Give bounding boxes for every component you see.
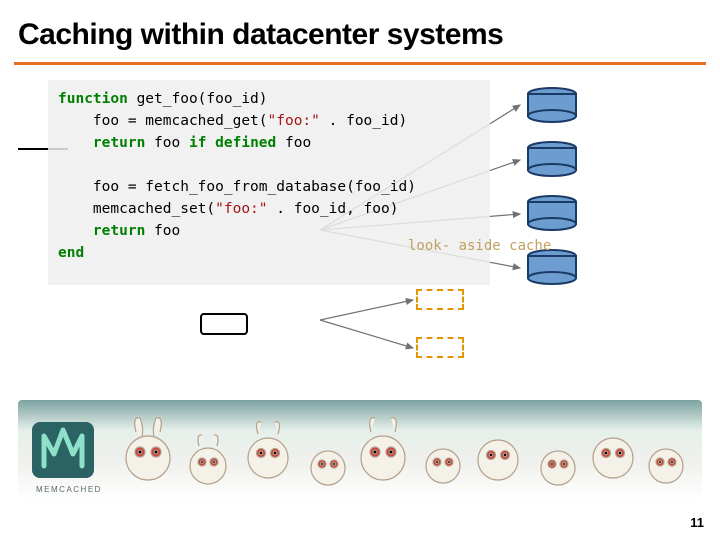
slide-title: Caching within datacenter systems bbox=[18, 18, 503, 52]
title-underline bbox=[14, 62, 706, 65]
code-end: end bbox=[58, 245, 84, 261]
code-l7t: foo bbox=[145, 223, 180, 239]
code-block: function get_foo(foo_id) foo = memcached… bbox=[58, 88, 416, 264]
code-l6: memcached_set( bbox=[58, 201, 215, 217]
code-str1: "foo:" bbox=[268, 113, 320, 129]
code-fn: get_foo(foo_id) bbox=[128, 91, 268, 107]
code-l3b: foo bbox=[276, 135, 311, 151]
code-l3a: foo bbox=[145, 135, 189, 151]
code-l2t: . foo_id) bbox=[320, 113, 407, 129]
page-number: 11 bbox=[690, 515, 704, 530]
code-ret1: return bbox=[58, 135, 145, 151]
code-ret2: return bbox=[58, 223, 145, 239]
cache-box-1 bbox=[416, 289, 464, 310]
small-node-box bbox=[200, 313, 248, 335]
memcached-banner: MEMCACHED bbox=[18, 400, 702, 500]
code-kw-function: function bbox=[58, 91, 128, 107]
memcached-logo-text: MEMCACHED bbox=[36, 485, 102, 494]
code-if: if defined bbox=[189, 135, 276, 151]
database-icons bbox=[528, 88, 576, 284]
code-str2: "foo:" bbox=[215, 201, 267, 217]
label-lookaside: look- aside cache bbox=[408, 238, 551, 254]
code-l2: foo = memcached_get( bbox=[58, 113, 268, 129]
code-l6t: . foo_id, foo) bbox=[268, 201, 399, 217]
code-l5: foo = fetch_foo_from_database(foo_id) bbox=[58, 179, 416, 195]
cache-box-2 bbox=[416, 337, 464, 358]
